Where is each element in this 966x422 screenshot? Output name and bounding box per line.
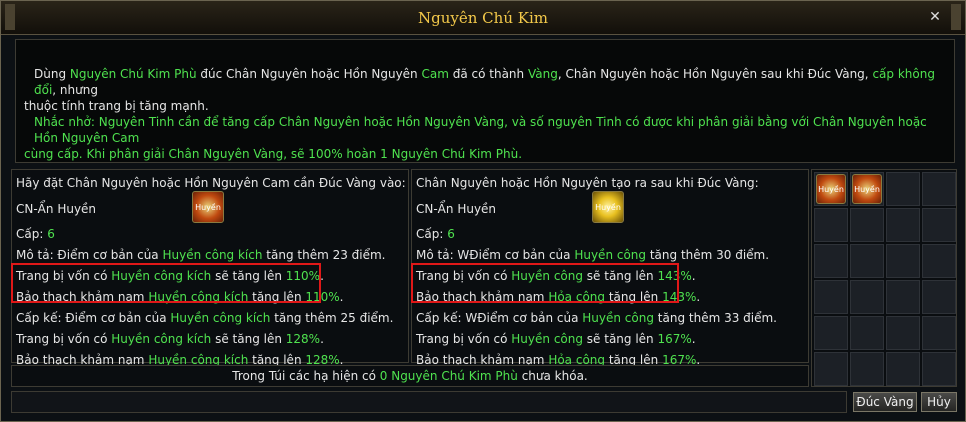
text-segment: tăng thêm 25 điểm. (270, 311, 394, 325)
description-line-1: Dùng Nguyên Chú Kim Phù đúc Chân Nguyên … (24, 66, 942, 98)
text-segment: Trong Túi các hạ hiện có (232, 369, 380, 383)
description-line-4: cùng cấp. Khi phân giải Chân Nguyên Vàng… (24, 147, 523, 161)
description-line-3: Nhắc nhở: Nguyên Tinh cần để tăng cấp Ch… (34, 115, 927, 145)
text-segment: . (691, 269, 696, 283)
source-highlight-box (11, 263, 321, 303)
text-segment: , nhưng (52, 83, 98, 97)
text-segment: , Chân Nguyên hoặc Hồn Nguyên sau khi Đú… (557, 67, 873, 81)
inventory-item-icon[interactable]: Huyền (852, 174, 882, 204)
inventory-slot[interactable] (850, 244, 884, 278)
text-segment: chưa khóa. (517, 369, 588, 383)
close-icon[interactable]: ✕ (927, 9, 943, 25)
inventory-slot[interactable] (922, 352, 956, 386)
source-item-name: CN-Ẩn Huyền (16, 202, 97, 216)
result-next-equip: Trang bị vốn có Huyền công sẽ tăng lên 1… (416, 329, 804, 350)
result-item-icon[interactable]: Huyền (592, 191, 624, 223)
result-highlight-box (411, 263, 679, 303)
title-bar[interactable]: Nguyên Chú Kim ✕ (1, 1, 965, 35)
text-segment: Trang bị vốn có (416, 332, 512, 346)
text-segment: Huyền công (582, 311, 654, 325)
text-segment: Mô tả: WĐiểm cơ bản của (416, 248, 575, 262)
inventory-slot[interactable] (886, 316, 920, 350)
source-item-icon[interactable]: Huyền (192, 191, 224, 223)
text-segment: Mô tả: Điểm cơ bản của (16, 248, 163, 262)
source-next: Cấp kế: Điểm cơ bản của Huyền công kích … (16, 308, 404, 329)
inventory-slot[interactable] (886, 280, 920, 314)
inventory-grid: Huyền Huyền (811, 169, 957, 387)
inventory-slot[interactable] (814, 280, 848, 314)
text-segment: tăng thêm 30 điểm. (646, 248, 770, 262)
inventory-slot[interactable]: Huyền (850, 172, 884, 206)
result-level-value: 6 (447, 227, 455, 241)
inventory-slot[interactable] (814, 352, 848, 386)
inventory-slot[interactable] (850, 280, 884, 314)
text-segment: Huyền công (511, 332, 583, 346)
inventory-slot[interactable] (886, 208, 920, 242)
source-level-label: Cấp: (16, 227, 48, 241)
window-title: Nguyên Chú Kim (418, 9, 548, 27)
inventory-slot[interactable] (922, 208, 956, 242)
text-segment: Huyền công kích (111, 332, 212, 346)
text-segment: Cam (421, 67, 449, 81)
chat-input-bar[interactable] (11, 391, 847, 413)
text-segment: Huyền công kích (170, 311, 271, 325)
inventory-slot[interactable] (850, 352, 884, 386)
text-segment: . (320, 332, 324, 346)
text-segment: tăng thêm 33 điểm. (653, 311, 777, 325)
text-segment: . (696, 290, 701, 304)
result-item-name: CN-Ẩn Huyền (416, 202, 497, 216)
text-segment: thuộc tính trang bị tăng mạnh. (24, 99, 209, 113)
source-next-equip: Trang bị vốn có Huyền công kích sẽ tăng … (16, 329, 404, 350)
inventory-slot[interactable] (814, 316, 848, 350)
text-segment: . (691, 332, 696, 346)
cancel-button[interactable]: Hủy (921, 392, 957, 412)
text-segment: đã có thành (448, 67, 528, 81)
source-level-value: 6 (47, 227, 55, 241)
text-segment: 167% (657, 332, 692, 346)
description-line-2: thuộc tính trang bị tăng mạnh. (24, 98, 942, 114)
forge-window: Nguyên Chú Kim ✕ Dùng Nguyên Chú Kim Phù… (0, 0, 966, 422)
text-segment: Cấp kế: Điểm cơ bản của (16, 311, 171, 325)
inventory-item-icon[interactable]: Huyền (816, 174, 846, 204)
inventory-slot[interactable] (922, 172, 956, 206)
text-segment: Nguyên Chú Kim Phù (69, 67, 197, 81)
text-segment: 0 Nguyên Chú Kim Phù (379, 369, 518, 383)
text-segment: sẽ tăng lên (582, 332, 658, 346)
text-segment: Dùng (34, 67, 70, 81)
footer-status: Trong Túi các hạ hiện có 0 Nguyên Chú Ki… (11, 365, 809, 387)
inventory-slot[interactable] (886, 244, 920, 278)
inventory-slot[interactable] (850, 208, 884, 242)
text-segment: Huyền công (574, 248, 647, 262)
description-box: Dùng Nguyên Chú Kim Phù đúc Chân Nguyên … (15, 39, 955, 163)
text-segment: tăng thêm 23 điểm. (262, 248, 386, 262)
inventory-slot[interactable] (850, 316, 884, 350)
text-segment: Cấp kế: WĐiểm cơ bản của (416, 311, 583, 325)
text-segment: Huyền công kích (162, 248, 263, 262)
inventory-slot[interactable] (922, 244, 956, 278)
inventory-slot[interactable] (886, 172, 920, 206)
inventory-slot[interactable] (886, 352, 920, 386)
source-level: Cấp: 6 (16, 224, 404, 245)
inventory-slot[interactable]: Huyền (814, 172, 848, 206)
text-segment: đúc Chân Nguyên hoặc Hồn Nguyên (196, 67, 422, 81)
result-next: Cấp kế: WĐiểm cơ bản của Huyền công tăng… (416, 308, 804, 329)
forge-button[interactable]: Đúc Vàng (853, 392, 917, 412)
text-segment: . (339, 290, 344, 304)
result-level-label: Cấp: (416, 227, 448, 241)
text-segment: 128% (285, 332, 321, 346)
inventory-slot[interactable] (922, 316, 956, 350)
inventory-slot[interactable] (922, 280, 956, 314)
text-segment: Trang bị vốn có (16, 332, 112, 346)
inventory-slot[interactable] (814, 208, 848, 242)
text-segment: Vàng (527, 67, 558, 81)
result-level: Cấp: 6 (416, 224, 804, 245)
text-segment: sẽ tăng lên (211, 332, 286, 346)
inventory-slot[interactable] (814, 244, 848, 278)
